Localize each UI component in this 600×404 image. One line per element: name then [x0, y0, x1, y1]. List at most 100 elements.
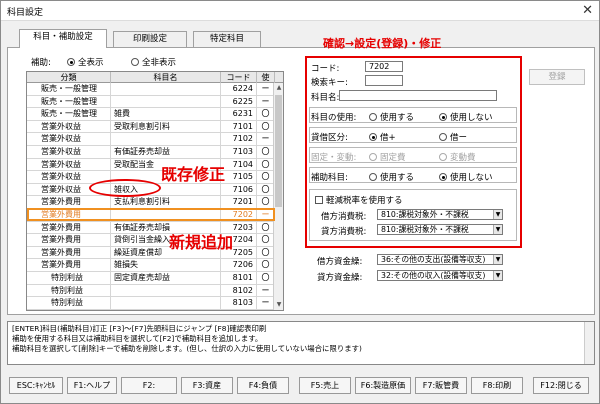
- code-field[interactable]: 7202: [365, 61, 403, 72]
- account-use-no-radio[interactable]: 使用しない: [439, 111, 493, 123]
- col-header-name[interactable]: 科目名: [111, 72, 221, 83]
- table-row[interactable]: 営業外収益 受取配当金 7104 〇: [27, 158, 275, 172]
- row-category: 販売・一般管理: [27, 108, 111, 121]
- row-account-name: 支払利息割引料: [111, 196, 221, 209]
- fixed-cost-radio[interactable]: 固定費: [369, 151, 406, 163]
- search-key-label: 検索キー:: [311, 78, 348, 88]
- credit-tax-select[interactable]: 810:課税対象外・不課税 ▼: [377, 224, 503, 235]
- new-row-highlight: [27, 208, 275, 221]
- table-row[interactable]: 特別利益 固定資産売却益 8101 〇: [27, 272, 275, 285]
- row-account-name: 受取利息割引料: [111, 120, 221, 133]
- row-account-name: [111, 95, 221, 108]
- account-name-field[interactable]: [339, 90, 497, 101]
- help-scrollbar[interactable]: [584, 322, 594, 364]
- credit-fund-select[interactable]: 32:その他の収入(設備等収支) ▼: [377, 270, 503, 281]
- table-row[interactable]: 特別利益 8102 ー: [27, 284, 275, 298]
- window-title: 科目設定: [7, 8, 44, 18]
- tab-specific-accounts[interactable]: 特定科目: [193, 31, 261, 47]
- row-code: 7105: [221, 171, 257, 184]
- account-use-yes-radio[interactable]: 使用する: [369, 111, 414, 123]
- debit-plus-radio[interactable]: 借+: [369, 131, 396, 143]
- radio-label: 全非表示: [142, 58, 177, 68]
- debit-fund-select[interactable]: 36:その他の支出(設備等収支) ▼: [377, 254, 503, 265]
- table-row[interactable]: 販売・一般管理 雑費 6231 〇: [27, 108, 275, 121]
- credit-tax-value: 810:課税対象外・不課税: [381, 225, 469, 234]
- title-bar: 科目設定 ✕: [1, 1, 599, 21]
- new-add-annotation: 新規追加: [169, 233, 234, 252]
- fixed-variable-label: 固定・変動:: [311, 153, 357, 163]
- table-row[interactable]: 営業外費用 繰延資産償却 7205 〇: [27, 246, 275, 260]
- row-category: 営業外収益: [27, 133, 111, 146]
- f8-print-button[interactable]: F8:印刷: [471, 377, 523, 394]
- sub-account-yes-radio[interactable]: 使用する: [369, 171, 414, 183]
- reduced-tax-label: 軽減税率を使用する: [326, 196, 403, 206]
- table-row[interactable]: 営業外費用 有価証券売却損 7203 〇: [27, 221, 275, 235]
- f12-close-button[interactable]: F12:閉じる: [533, 377, 589, 394]
- account-use-label: 科目の使用:: [311, 113, 357, 123]
- debit-tax-select[interactable]: 810:課税対象外・不課税 ▼: [377, 209, 503, 220]
- chevron-down-icon: ▼: [493, 271, 502, 280]
- row-code: 8102: [221, 284, 257, 297]
- table-row[interactable]: 特別利益 8103 ー: [27, 297, 275, 310]
- checkbox-box: [315, 196, 323, 204]
- esc-cancel-button[interactable]: ESC:ｷｬﾝｾﾙ: [9, 377, 63, 394]
- scroll-up-icon[interactable]: ▲: [275, 84, 283, 92]
- radio-indicator: [439, 113, 447, 121]
- help-line: 補助を使用する科目又は補助科目を選択して[F2]で補助科目を追加します。: [12, 334, 263, 344]
- radio-hide-all[interactable]: 全非表示: [131, 56, 176, 68]
- radio-label: 使用する: [380, 173, 415, 183]
- f2-button[interactable]: F2:: [121, 377, 177, 394]
- radio-label: 借+: [380, 133, 396, 143]
- credit-fund-value: 32:その他の収入(設備等収支): [381, 271, 486, 280]
- table-row[interactable]: 販売・一般管理 6224 ー: [27, 83, 275, 96]
- debit-minus-radio[interactable]: 借ー: [439, 131, 467, 143]
- table-row[interactable]: 営業外収益 受取利息割引料 7101 〇: [27, 120, 275, 134]
- row-category: 営業外収益: [27, 146, 111, 158]
- register-button[interactable]: 登録: [529, 69, 585, 85]
- table-row[interactable]: 営業外費用 雑損失 7206 〇: [27, 259, 275, 272]
- f3-assets-button[interactable]: F3:資産: [181, 377, 233, 394]
- radio-show-all[interactable]: 全表示: [67, 56, 104, 68]
- variable-cost-radio[interactable]: 変動費: [439, 151, 476, 163]
- scroll-down-icon[interactable]: ▼: [275, 301, 283, 309]
- table-row[interactable]: 販売・一般管理 6225 ー: [27, 95, 275, 109]
- table-row[interactable]: 営業外収益 7102 ー: [27, 133, 275, 146]
- table-row[interactable]: 営業外費用 貸倒引当金繰入 7204 〇: [27, 234, 275, 247]
- f1-help-button[interactable]: F1:ヘルプ: [67, 377, 117, 394]
- search-key-field[interactable]: [365, 75, 403, 86]
- debit-fund-label: 借方資金繰:: [317, 257, 363, 267]
- debit-credit-label: 貸借区分:: [311, 133, 348, 143]
- f6-manufacturing-cost-button[interactable]: F6:製造原価: [355, 377, 411, 394]
- row-code: 6231: [221, 108, 257, 121]
- scroll-thumb[interactable]: [275, 95, 282, 207]
- col-header-code[interactable]: コード: [221, 72, 257, 83]
- sub-account-label: 補助科目:: [311, 173, 348, 183]
- sub-account-no-radio[interactable]: 使用しない: [439, 171, 493, 183]
- col-header-category[interactable]: 分類: [27, 72, 111, 83]
- grid-scrollbar[interactable]: ▲ ▼: [273, 83, 283, 310]
- row-category: 特別利益: [27, 284, 111, 297]
- row-code: 7106: [221, 183, 257, 196]
- account-name-label: 科目名:: [311, 93, 340, 103]
- col-header-use[interactable]: 使: [257, 72, 275, 83]
- row-account-name: 有価証券売却益: [111, 146, 221, 158]
- reduced-tax-checkbox[interactable]: 軽減税率を使用する: [315, 194, 403, 206]
- row-category: 営業外費用: [27, 246, 111, 259]
- radio-label: 使用しない: [450, 173, 493, 183]
- existing-fix-annotation: 既存修正: [161, 165, 226, 184]
- tab-print-settings[interactable]: 印刷設定: [113, 31, 187, 47]
- help-line: 補助科目を選択して[削除]キーで補助を削除します。(但し、仕訳の入力に使用してい…: [12, 344, 362, 354]
- f5-sales-button[interactable]: F5:売上: [299, 377, 351, 394]
- radio-indicator: [369, 153, 377, 161]
- radio-indicator: [369, 133, 377, 141]
- chevron-down-icon: ▼: [493, 225, 502, 234]
- account-settings-window: 科目設定 ✕ 科目・補助設定 印刷設定 特定科目 補助: 全表示 全非表示 分類…: [0, 0, 600, 404]
- tab-account-sub-settings[interactable]: 科目・補助設定: [19, 29, 107, 48]
- debit-tax-value: 810:課税対象外・不課税: [381, 210, 469, 219]
- f4-liabilities-button[interactable]: F4:負債: [237, 377, 289, 394]
- close-icon[interactable]: ✕: [582, 3, 593, 18]
- f7-sga-button[interactable]: F7:販管費: [415, 377, 467, 394]
- radio-indicator: [439, 173, 447, 181]
- row-category: 営業外費用: [27, 221, 111, 234]
- table-row[interactable]: 営業外収益 有価証券売却益 7103 〇: [27, 146, 275, 159]
